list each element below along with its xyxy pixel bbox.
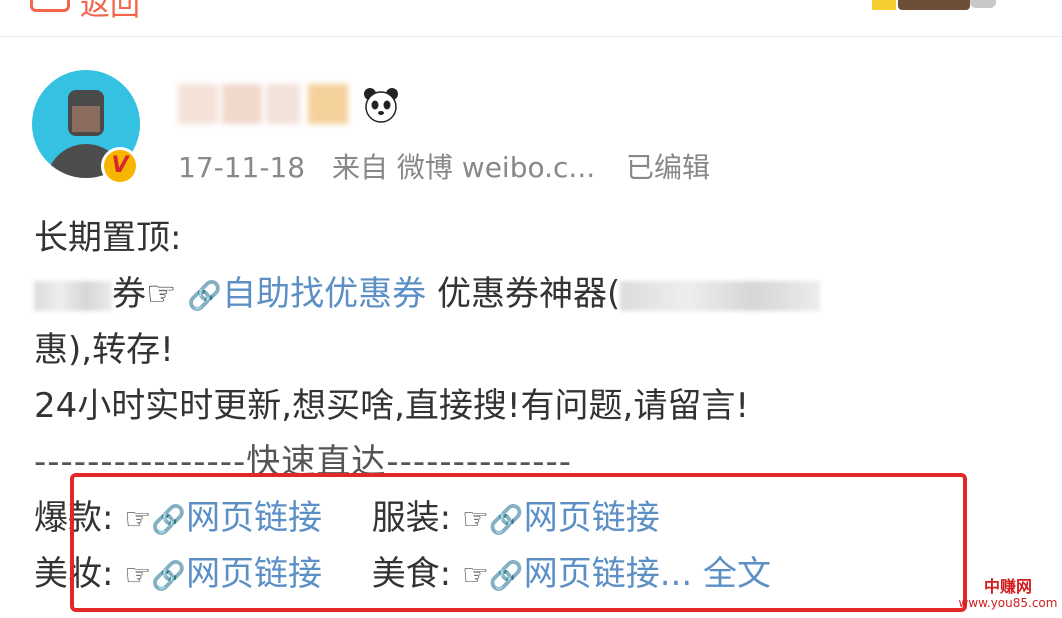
content-line-1: 长期置顶: [34, 210, 1034, 266]
coupon-suffix: 券☞ [112, 274, 177, 314]
link-icon[interactable]: 🔗 [187, 279, 222, 312]
blurred-text [34, 280, 112, 311]
watermark-name: 中赚网 [983, 577, 1032, 596]
update-notice: 24小时实时更新,想买啥,直接搜!有问题,请留言! [34, 386, 749, 426]
coupon-tool-text: 优惠券神器( [426, 274, 621, 314]
post-meta: 17-11-18 来自 微博 weibo.c... 已编辑 [178, 146, 710, 186]
coupon-search-link[interactable]: 自助找优惠券 [222, 274, 426, 314]
content-line-3: 惠),转存! [34, 322, 1034, 378]
panda-emoji-icon [364, 88, 398, 123]
username-blurred[interactable] [178, 84, 350, 124]
edited-label[interactable]: 已编辑 [626, 151, 710, 184]
watermark: 中赚网 www.you85.com [958, 577, 1058, 611]
post-source[interactable]: 来自 微博 weibo.c... [332, 151, 595, 184]
content-line-2: 券☞ 🔗自助找优惠券 优惠券神器( [34, 266, 1034, 322]
save-text: 惠),转存! [34, 330, 174, 370]
watermark-url: www.you85.com [958, 596, 1058, 610]
red-highlight-box [70, 473, 967, 612]
blurred-text [620, 280, 821, 311]
back-label[interactable]: 返回 [80, 0, 140, 24]
verified-v-icon: V [101, 147, 139, 185]
pinned-heading: 长期置顶: [34, 218, 182, 258]
content-line-4: 24小时实时更新,想买啥,直接搜!有问题,请留言! [34, 378, 1034, 434]
top-bar: 返回 [0, 0, 1062, 37]
back-icon[interactable] [30, 0, 70, 12]
top-right-thumbnail [872, 0, 1000, 10]
post-timestamp: 17-11-18 [178, 151, 306, 184]
